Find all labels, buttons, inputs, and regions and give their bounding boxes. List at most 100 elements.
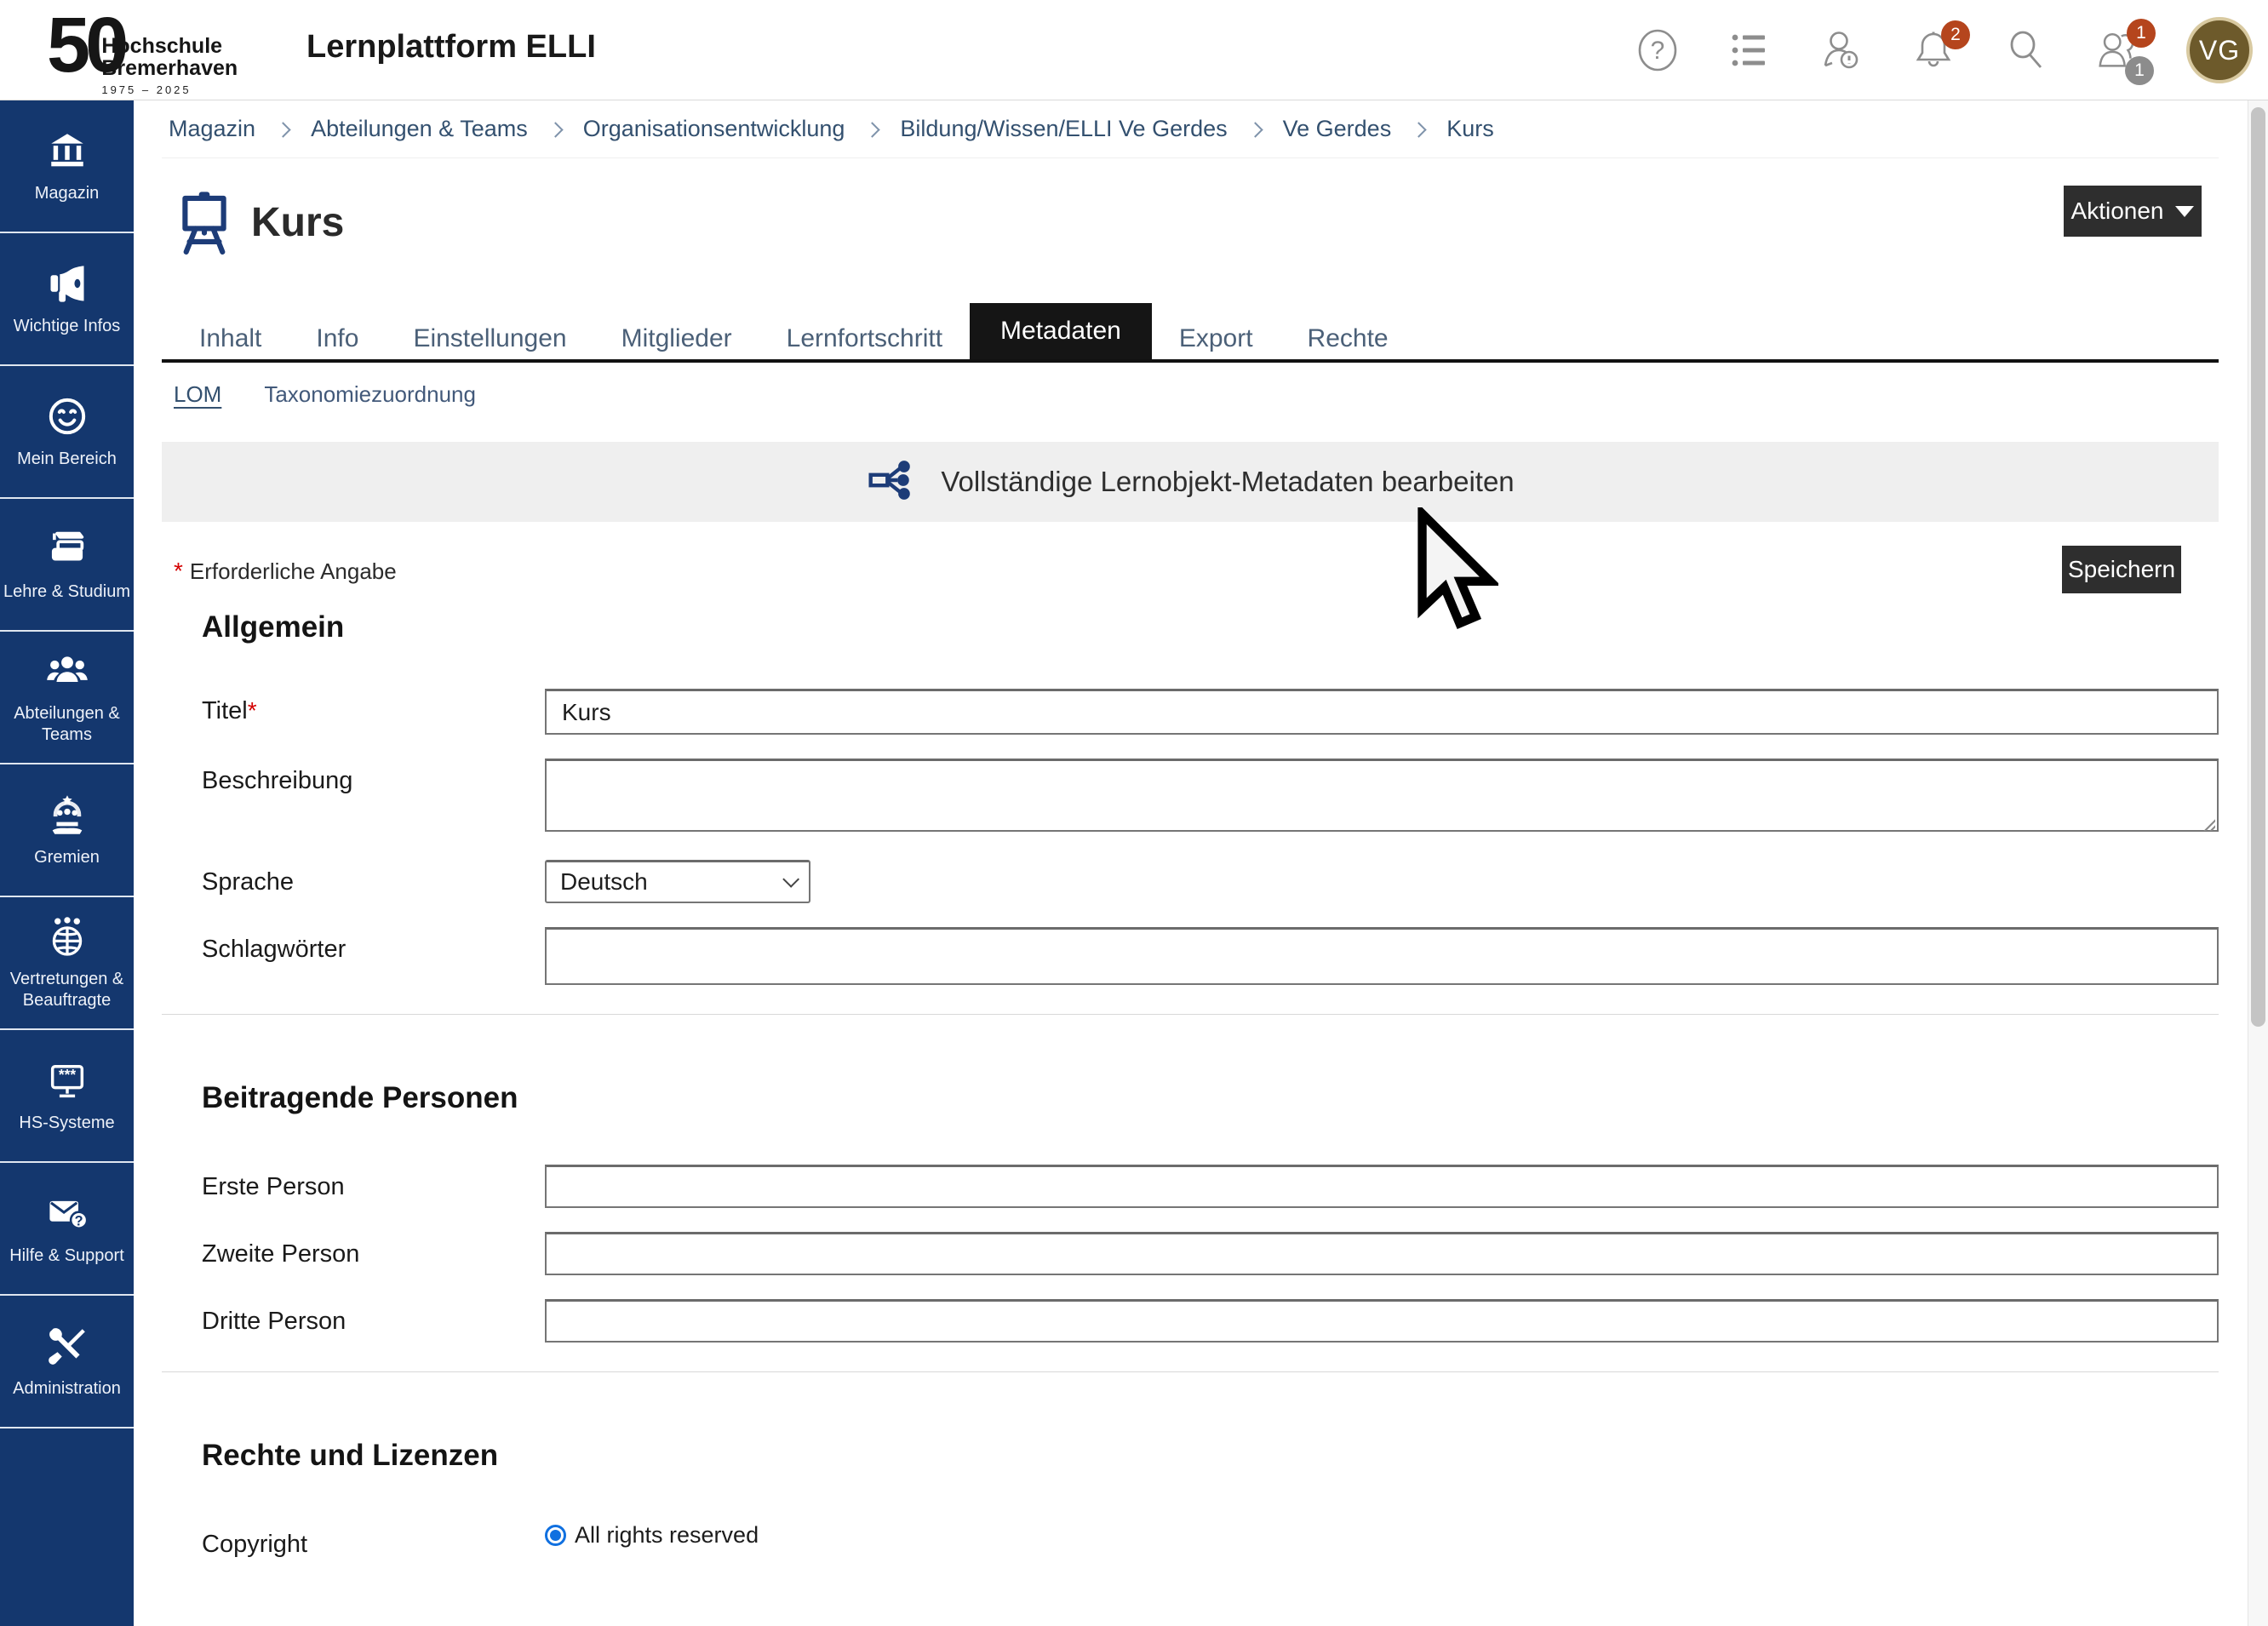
- schlagwoerter-input[interactable]: [545, 927, 2219, 985]
- chevron-down-icon: [782, 871, 799, 888]
- sidebar-item-mein-bereich[interactable]: Mein Bereich: [0, 366, 134, 499]
- main-sidebar: Magazin Wichtige Infos Mein Bereich Lehr…: [0, 100, 134, 1626]
- edit-full-metadata-banner[interactable]: Vollständige Lernobjekt-Metadaten bearbe…: [162, 442, 2219, 522]
- section-divider: [162, 1014, 2219, 1015]
- university-logo[interactable]: 50 Hochschule Bremerhaven 1975 – 2025: [47, 9, 238, 96]
- share-nodes-icon: [866, 454, 919, 511]
- people-group-icon: [45, 649, 89, 693]
- sidebar-item-label: Vertretungen & Beauftragte: [0, 969, 134, 1011]
- section-divider: [162, 1371, 2219, 1372]
- tab-inhalt[interactable]: Inhalt: [172, 318, 289, 359]
- sidebar-item-hs-systeme[interactable]: *** HS-Systeme: [0, 1030, 134, 1163]
- page-title: Kurs: [251, 199, 344, 246]
- sidebar-item-administration[interactable]: Administration: [0, 1296, 134, 1428]
- user-status-icon[interactable]: [1818, 27, 1864, 73]
- beschreibung-label: Beschreibung: [162, 759, 545, 836]
- section-heading-rechte: Rechte und Lizenzen: [202, 1439, 2219, 1473]
- monitor-icon: ***: [45, 1058, 89, 1102]
- form-row-sprache: Sprache Deutsch: [162, 860, 2219, 903]
- tab-mitglieder[interactable]: Mitglieder: [594, 318, 759, 359]
- form-row-titel: Titel*: [162, 689, 2219, 735]
- breadcrumb-item[interactable]: Bildung/Wissen/ELLI Ve Gerdes: [900, 116, 1227, 142]
- search-icon[interactable]: [2002, 27, 2048, 73]
- sprache-label: Sprache: [162, 860, 545, 903]
- top-header: 50 Hochschule Bremerhaven 1975 – 2025 Le…: [0, 0, 2268, 100]
- sidebar-item-label: Administration: [10, 1378, 123, 1400]
- sidebar-item-label: Hilfe & Support: [7, 1245, 127, 1267]
- logo-name-line2: Bremerhaven: [101, 58, 238, 80]
- breadcrumb-separator: [865, 122, 880, 137]
- breadcrumb-item[interactable]: Ve Gerdes: [1283, 116, 1392, 142]
- tab-lernfortschritt[interactable]: Lernfortschritt: [759, 318, 970, 359]
- vertical-scrollbar[interactable]: [2248, 100, 2268, 1626]
- breadcrumb-separator: [547, 122, 563, 137]
- save-button[interactable]: Speichern: [2062, 546, 2181, 593]
- tab-rechte[interactable]: Rechte: [1280, 318, 1416, 359]
- actions-button[interactable]: Aktionen: [2064, 186, 2202, 237]
- tab-info[interactable]: Info: [289, 318, 386, 359]
- titel-input[interactable]: [545, 689, 2219, 735]
- course-easel-icon: [170, 187, 238, 263]
- section-heading-allgemein: Allgemein: [202, 610, 2219, 644]
- subtab-taxonomiezuordnung[interactable]: Taxonomiezuordnung: [264, 381, 476, 408]
- notifications-icon[interactable]: 2: [1910, 27, 1956, 73]
- avatar[interactable]: VG: [2186, 17, 2253, 83]
- form-row-copyright: Copyright All rights reserved: [162, 1522, 2219, 1559]
- list-icon[interactable]: [1727, 27, 1773, 73]
- help-glyph: ?: [1651, 37, 1665, 65]
- notifications-badge: 2: [1941, 20, 1970, 49]
- subtab-lom[interactable]: LOM: [174, 381, 221, 408]
- breadcrumb-item[interactable]: Abteilungen & Teams: [311, 116, 528, 142]
- breadcrumb-item[interactable]: Kurs: [1446, 116, 1494, 142]
- sidebar-item-label: Abteilungen & Teams: [0, 703, 134, 746]
- scrollbar-thumb[interactable]: [2251, 107, 2265, 1027]
- sprache-select[interactable]: Deutsch: [545, 860, 810, 903]
- svg-text:?: ?: [74, 1213, 83, 1228]
- erste-person-label: Erste Person: [162, 1165, 545, 1208]
- tab-einstellungen[interactable]: Einstellungen: [386, 318, 593, 359]
- actions-button-label: Aktionen: [2071, 198, 2164, 225]
- main-content: Magazin Abteilungen & Teams Organisation…: [134, 100, 2248, 1583]
- help-icon[interactable]: ?: [1635, 27, 1681, 73]
- breadcrumb-separator: [275, 122, 290, 137]
- section-heading-beitragende: Beitragende Personen: [202, 1081, 2219, 1115]
- dritte-person-label: Dritte Person: [162, 1299, 545, 1343]
- smiley-icon: [45, 394, 89, 438]
- sidebar-item-label: Mein Bereich: [14, 449, 119, 470]
- copyright-option-label: All rights reserved: [575, 1522, 759, 1549]
- sidebar-item-abteilungen-teams[interactable]: Abteilungen & Teams: [0, 632, 134, 764]
- breadcrumb-item[interactable]: Magazin: [169, 116, 255, 142]
- copyright-radio[interactable]: [545, 1525, 566, 1546]
- assembly-icon: [45, 793, 89, 837]
- sidebar-item-gremien[interactable]: Gremien: [0, 764, 134, 897]
- sidebar-item-wichtige-infos[interactable]: Wichtige Infos: [0, 233, 134, 366]
- sprache-selected-value: Deutsch: [560, 868, 648, 896]
- sidebar-item-lehre-studium[interactable]: Lehre & Studium: [0, 499, 134, 632]
- dritte-person-input[interactable]: [545, 1299, 2219, 1343]
- form-row-dritte-person: Dritte Person: [162, 1299, 2219, 1343]
- sidebar-item-vertretungen[interactable]: Vertretungen & Beauftragte: [0, 897, 134, 1030]
- sidebar-item-magazin[interactable]: Magazin: [0, 100, 134, 233]
- contacts-icon[interactable]: 1 1: [2094, 27, 2140, 73]
- form-row-beschreibung: Beschreibung: [162, 759, 2219, 836]
- mail-question-icon: ?: [45, 1191, 89, 1235]
- erste-person-input[interactable]: [545, 1165, 2219, 1208]
- sidebar-item-label: HS-Systeme: [16, 1113, 117, 1134]
- save-button-label: Speichern: [2068, 556, 2175, 583]
- globe-people-icon: [45, 914, 89, 959]
- logo-years: 1975 – 2025: [101, 83, 238, 96]
- breadcrumb-separator: [1247, 122, 1263, 137]
- sidebar-item-hilfe-support[interactable]: ? Hilfe & Support: [0, 1163, 134, 1296]
- tab-bar: Inhalt Info Einstellungen Mitglieder Ler…: [162, 306, 2219, 363]
- tab-export[interactable]: Export: [1152, 318, 1280, 359]
- required-asterisk: *: [248, 697, 257, 724]
- contacts-badge-top: 1: [2127, 19, 2156, 48]
- breadcrumb-item[interactable]: Organisationsentwicklung: [583, 116, 845, 142]
- required-asterisk: *: [174, 558, 183, 584]
- form-row-schlagwoerter: Schlagwörter: [162, 927, 2219, 985]
- zweite-person-input[interactable]: [545, 1232, 2219, 1275]
- sidebar-item-label: Magazin: [32, 183, 102, 204]
- beschreibung-textarea[interactable]: [545, 759, 2219, 832]
- tab-metadaten[interactable]: Metadaten: [970, 303, 1152, 359]
- sidebar-item-label: Gremien: [32, 847, 102, 868]
